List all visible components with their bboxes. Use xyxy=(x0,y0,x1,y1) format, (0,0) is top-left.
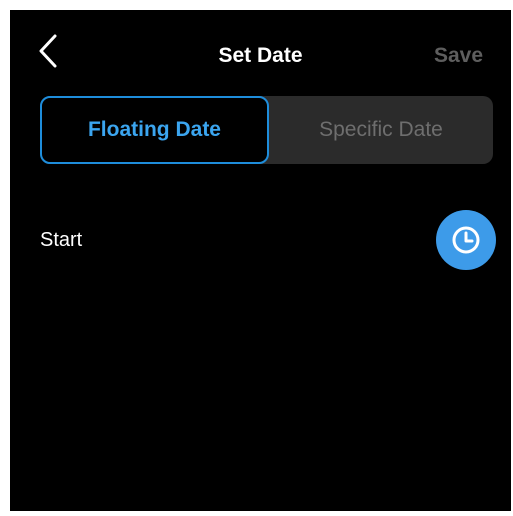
date-mode-selector: Floating Date Specific Date xyxy=(40,96,493,164)
save-button[interactable]: Save xyxy=(434,43,483,69)
tab-floating-date[interactable]: Floating Date xyxy=(40,96,269,164)
start-time-button[interactable] xyxy=(436,210,496,270)
set-date-screen: Set Date Save Floating Date Specific Dat… xyxy=(10,10,511,511)
start-label: Start xyxy=(40,229,83,251)
tab-specific-date[interactable]: Specific Date xyxy=(269,96,493,164)
header: Set Date Save xyxy=(10,10,511,96)
clock-icon xyxy=(452,226,480,254)
